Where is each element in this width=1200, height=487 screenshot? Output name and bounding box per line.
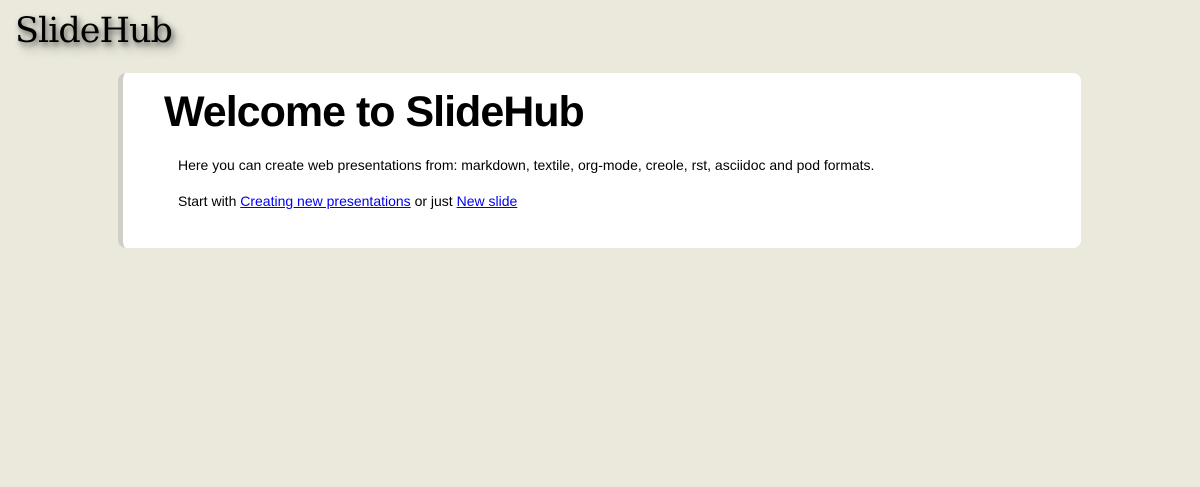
site-logo[interactable]: SlideHub — [15, 14, 173, 49]
start-prefix-text: Start with — [178, 193, 241, 209]
intro-text: Here you can create web presentations fr… — [178, 157, 875, 173]
new-slide-link[interactable]: New slide — [457, 193, 518, 209]
creating-new-presentations-link[interactable]: Creating new presentations — [240, 193, 410, 209]
start-line: Start with Creating new presentations or… — [178, 193, 517, 209]
welcome-panel: Welcome to SlideHub Here you can create … — [118, 73, 1081, 248]
page-title: Welcome to SlideHub — [164, 88, 585, 136]
or-just-text: or just — [410, 193, 457, 209]
